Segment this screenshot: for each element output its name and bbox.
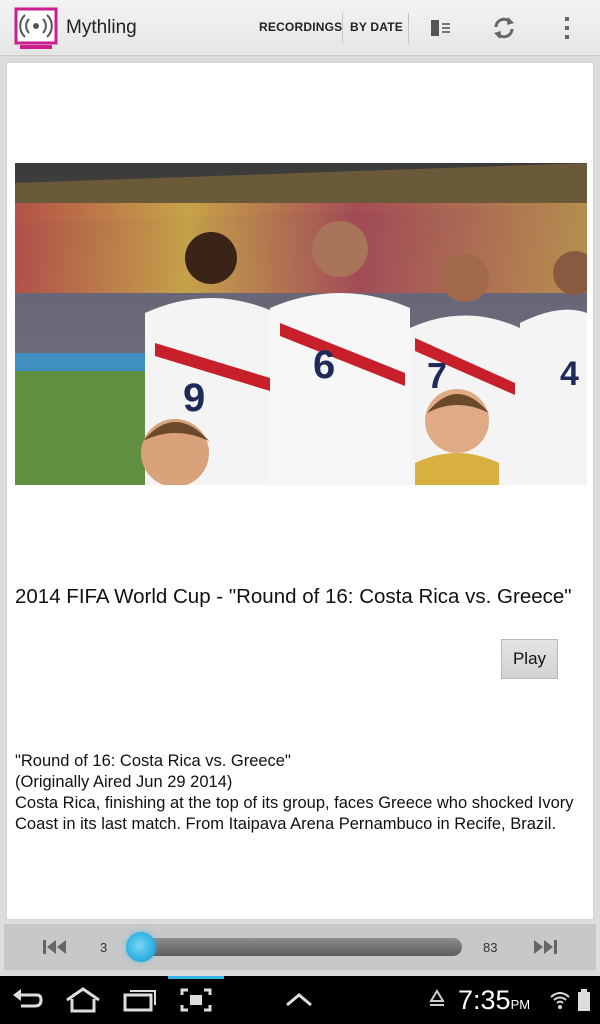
recording-description: "Round of 16: Costa Rica vs. Greece" (Or…	[15, 751, 585, 835]
description-air-date: (Originally Aired Jun 29 2014)	[15, 773, 233, 791]
recording-thumbnail: 9 6 7 4	[15, 163, 587, 485]
overflow-menu-icon[interactable]	[550, 12, 584, 44]
status-clock: 7:35PM	[458, 985, 530, 1016]
seek-track[interactable]	[128, 938, 462, 956]
refresh-icon[interactable]	[487, 12, 521, 44]
jersey-number: 7	[427, 355, 447, 396]
recent-apps-icon[interactable]	[118, 984, 160, 1016]
app-title: Mythling	[66, 17, 137, 38]
jersey-number: 6	[313, 343, 335, 387]
play-button[interactable]: Play	[501, 639, 558, 679]
tab-recordings[interactable]: RECORDINGS	[259, 20, 342, 34]
seek-thumb[interactable]	[126, 932, 156, 962]
seek-current-position: 3	[100, 940, 108, 955]
chevron-up-icon[interactable]	[282, 984, 316, 1016]
fast-forward-icon[interactable]	[528, 931, 562, 963]
tab-divider	[408, 13, 409, 43]
description-subtitle: "Round of 16: Costa Rica vs. Greece"	[15, 752, 291, 770]
screenshot-icon[interactable]	[176, 984, 216, 1016]
clock-ampm: PM	[510, 997, 531, 1012]
playback-seek-bar: 3 83	[4, 924, 596, 970]
home-icon[interactable]	[62, 984, 104, 1016]
action-bar: Mythling RECORDINGS BY DATE	[0, 0, 600, 56]
jersey-number: 4	[560, 355, 579, 393]
recording-detail-panel: 9 6 7 4 2014 FIFA World Cup - "Round of …	[6, 62, 594, 920]
recycle-icon	[424, 984, 450, 1016]
wifi-icon	[548, 984, 572, 1016]
jersey-number: 9	[183, 376, 205, 420]
system-navigation-bar: 7:35PM	[0, 976, 600, 1024]
active-indicator	[168, 976, 224, 979]
split-pane-icon[interactable]	[423, 12, 457, 44]
tab-by-date[interactable]: BY DATE	[350, 20, 403, 34]
battery-icon	[574, 984, 594, 1016]
clock-time: 7:35	[458, 985, 511, 1015]
seek-total-length: 83	[483, 940, 498, 955]
back-icon[interactable]	[8, 984, 46, 1016]
app-logo[interactable]	[14, 7, 58, 51]
description-summary: Costa Rica, finishing at the top of its …	[15, 794, 574, 833]
rewind-icon[interactable]	[38, 931, 72, 963]
recording-title: 2014 FIFA World Cup - "Round of 16: Cost…	[15, 585, 572, 608]
tab-divider	[342, 13, 343, 43]
app-root: Mythling RECORDINGS BY DATE 9 6 7 4 2014…	[0, 0, 600, 1024]
